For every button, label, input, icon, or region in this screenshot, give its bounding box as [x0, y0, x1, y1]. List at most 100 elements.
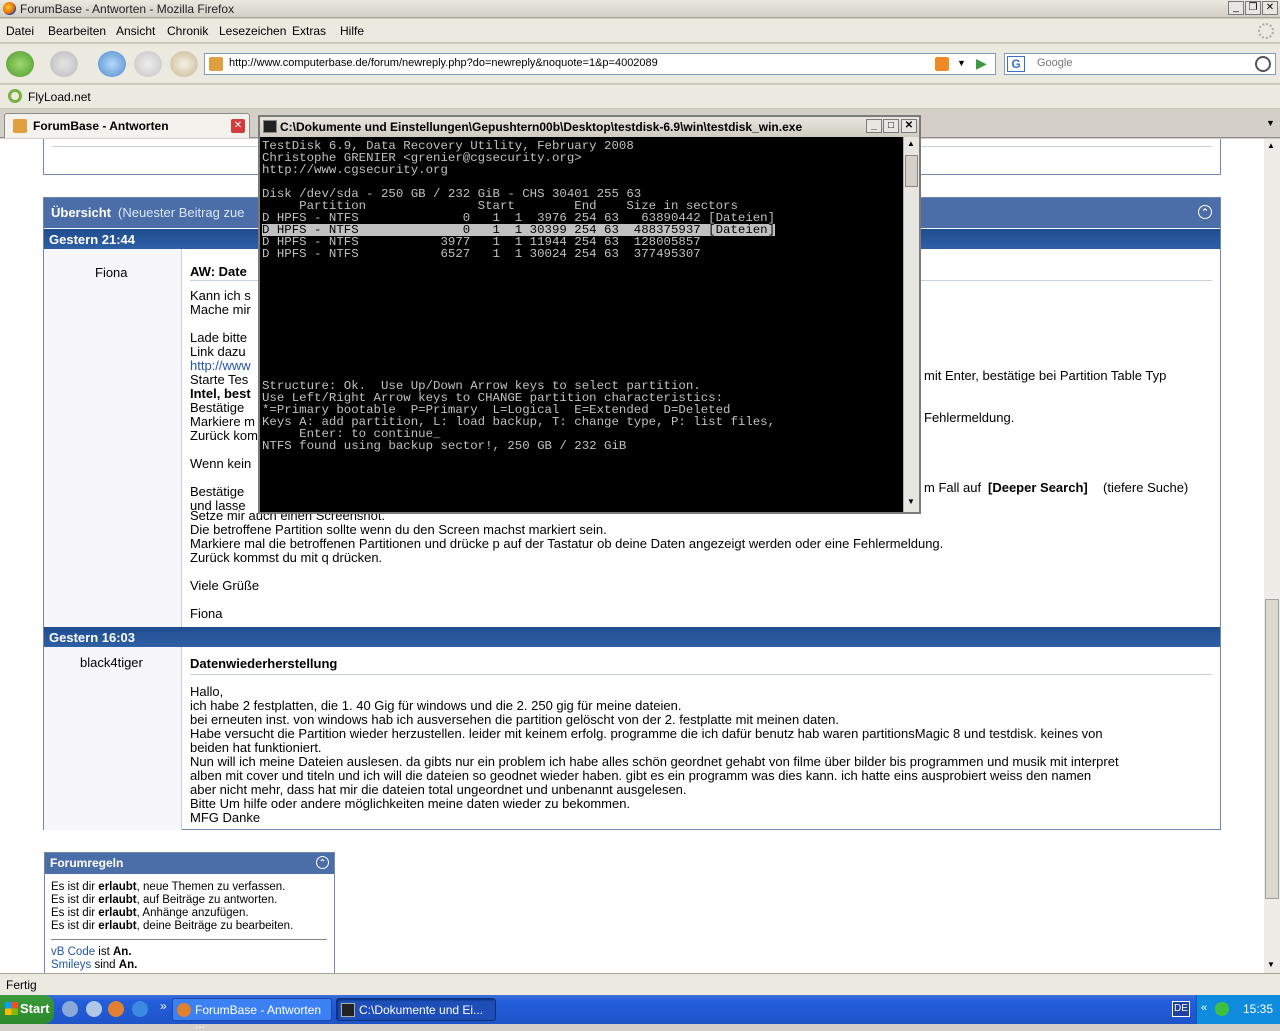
console-title-bar[interactable]: C:\Dokumente und Einstellungen\Gepushter… — [260, 117, 919, 137]
page-scrollbar[interactable]: ▲ ▼ — [1264, 139, 1280, 973]
search-icon[interactable] — [1255, 56, 1271, 72]
status-bar: Fertig — [0, 973, 1280, 995]
stop-icon[interactable] — [134, 51, 162, 77]
back-arrow-icon[interactable] — [6, 51, 34, 77]
console-title: C:\Dokumente und Einstellungen\Gepushter… — [280, 120, 803, 134]
close-button[interactable]: ✕ — [1262, 1, 1278, 15]
post1-author[interactable]: Fiona — [95, 265, 128, 280]
menu-lesezeichen[interactable]: Lesezeichen — [219, 24, 286, 38]
bookmarks-toolbar: FlyLoad.net — [0, 85, 1280, 109]
system-tray: « 15:35 — [1196, 995, 1280, 1024]
scroll-thumb[interactable] — [1265, 599, 1279, 899]
go-icon[interactable]: ▶ — [976, 55, 992, 73]
console-close-button[interactable]: ✕ — [901, 119, 917, 133]
smileys-state: An. — [118, 959, 138, 971]
smileys-link[interactable]: Smileys — [51, 959, 91, 971]
smileys-verb: sind — [91, 959, 119, 971]
menu-ansicht[interactable]: Ansicht — [116, 24, 155, 38]
menu-extras[interactable]: Extras — [292, 24, 326, 38]
reload-icon[interactable] — [98, 51, 126, 77]
tab-favicon-icon — [13, 119, 27, 133]
console-window[interactable]: C:\Dokumente und Einstellungen\Gepushter… — [258, 115, 921, 514]
quicklaunch-2-icon[interactable] — [86, 1001, 102, 1017]
console-minimize-button[interactable]: _ — [866, 119, 882, 133]
console-line: D HPFS - NTFS 6527 1 1 30024 254 63 3774… — [262, 247, 701, 261]
forum-rules-list: Es ist dir erlaubt, neue Themen zu verfa… — [51, 881, 293, 933]
task-console-icon — [341, 1003, 355, 1017]
console-maximize-button[interactable]: □ — [883, 119, 899, 133]
tray-expand-icon[interactable]: « — [1201, 1002, 1207, 1014]
window-title-bar[interactable]: ForumBase - Antworten - Mozilla Firefox … — [0, 0, 1280, 18]
quicklaunch-firefox-icon[interactable] — [108, 1001, 124, 1017]
task-firefox-label: ForumBase - Antworten ... — [195, 1003, 322, 1031]
post2-date-bar: Gestern 16:03 — [44, 627, 1220, 647]
post2-body-line: Habe versucht die Partition wieder herzu… — [190, 726, 1103, 741]
maximize-button[interactable]: ❐ — [1245, 1, 1261, 15]
status-text: Fertig — [6, 978, 37, 992]
console-scroll-thumb[interactable] — [905, 155, 918, 187]
post2-body-line: Bitte Um hilfe oder andere möglichkeiten… — [190, 796, 631, 811]
menu-datei[interactable]: Datei — [6, 24, 34, 38]
collapse-icon[interactable]: ⌃ — [1198, 205, 1212, 219]
task-firefox-icon — [177, 1003, 191, 1017]
menu-hilfe[interactable]: Hilfe — [340, 24, 364, 38]
post1-body-line: Markiere m — [190, 414, 256, 429]
search-input[interactable]: G Google — [1004, 53, 1276, 75]
post2-body-line: Nun will ich meine Dateien auslesen. da … — [190, 754, 1119, 769]
home-icon[interactable] — [170, 51, 198, 77]
taskbar: Start » ForumBase - Antworten ... C:\Dok… — [0, 995, 1280, 1031]
bookmark-flyload[interactable]: FlyLoad.net — [28, 90, 91, 104]
scroll-down-icon[interactable]: ▼ — [1267, 960, 1275, 969]
rule-permission: erlaubt — [98, 907, 137, 919]
throbber-icon — [1258, 23, 1274, 39]
rules-collapse-icon[interactable]: ⌃ — [316, 856, 329, 869]
post1-body-line: Wenn kein — [190, 456, 252, 471]
console-scroll-down-icon[interactable]: ▼ — [907, 497, 915, 506]
console-scrollbar[interactable]: ▲ ▼ — [903, 137, 919, 512]
post1-body-line: Zurück kom — [190, 428, 258, 443]
overview-title: Übersicht — [51, 205, 111, 220]
post1-body-line: Mache mir — [190, 302, 251, 317]
forum-rule-line: Es ist dir erlaubt, deine Beiträge zu be… — [51, 920, 293, 933]
start-label: Start — [20, 1001, 50, 1016]
url-dropdown-icon[interactable]: ▼ — [957, 58, 966, 68]
start-button[interactable]: Start — [0, 995, 54, 1024]
rule-permission: erlaubt — [98, 920, 137, 932]
menu-bar: Datei Bearbeiten Ansicht Chronik Lesezei… — [0, 19, 1280, 43]
quicklaunch-more-icon[interactable]: » — [160, 999, 167, 1013]
menu-bearbeiten[interactable]: Bearbeiten — [48, 24, 106, 38]
window-title: ForumBase - Antworten - Mozilla Firefox — [20, 2, 235, 16]
console-output[interactable]: TestDisk 6.9, Data Recovery Utility, Feb… — [260, 137, 903, 512]
post1-body-line[interactable]: http://www — [190, 358, 251, 373]
scroll-up-icon[interactable]: ▲ — [1267, 141, 1275, 150]
task-console[interactable]: C:\Dokumente und Ei... — [336, 998, 496, 1021]
google-engine-icon[interactable]: G — [1007, 56, 1025, 72]
rss-feed-icon[interactable] — [935, 57, 949, 71]
tab-forumbase[interactable]: ForumBase - Antworten ✕ — [4, 113, 250, 138]
forward-arrow-icon[interactable] — [50, 51, 78, 77]
post1-author-cell: Fiona — [44, 249, 182, 627]
tray-app-icon[interactable] — [1215, 1002, 1229, 1016]
post2-body-line: bei erneuten inst. von windows hab ich a… — [190, 712, 839, 727]
rule-prefix: Es ist dir — [51, 894, 99, 906]
quicklaunch-1-icon[interactable] — [62, 1001, 78, 1017]
url-bar[interactable]: http://www.computerbase.de/forum/newrepl… — [204, 53, 996, 75]
language-indicator[interactable]: DE — [1172, 1001, 1190, 1017]
forum-rules-panel: Forumregeln ⌃ Es ist dir erlaubt, neue T… — [44, 852, 335, 973]
task-firefox[interactable]: ForumBase - Antworten ... — [172, 998, 332, 1031]
menu-chronik[interactable]: Chronik — [167, 24, 208, 38]
post2-author[interactable]: black4tiger — [80, 655, 143, 670]
vbcode-link[interactable]: vB Code — [51, 946, 95, 958]
tab-list-icon[interactable]: ▼ — [1266, 118, 1275, 128]
minimize-button[interactable]: _ — [1228, 1, 1244, 15]
post1-tail-line: Markiere mal die betroffenen Partitionen… — [190, 536, 944, 551]
firefox-icon — [3, 2, 16, 15]
console-scroll-up-icon[interactable]: ▲ — [907, 139, 915, 148]
tab-close-icon[interactable]: ✕ — [231, 119, 245, 133]
quicklaunch-ie-icon[interactable] — [132, 1001, 148, 1017]
